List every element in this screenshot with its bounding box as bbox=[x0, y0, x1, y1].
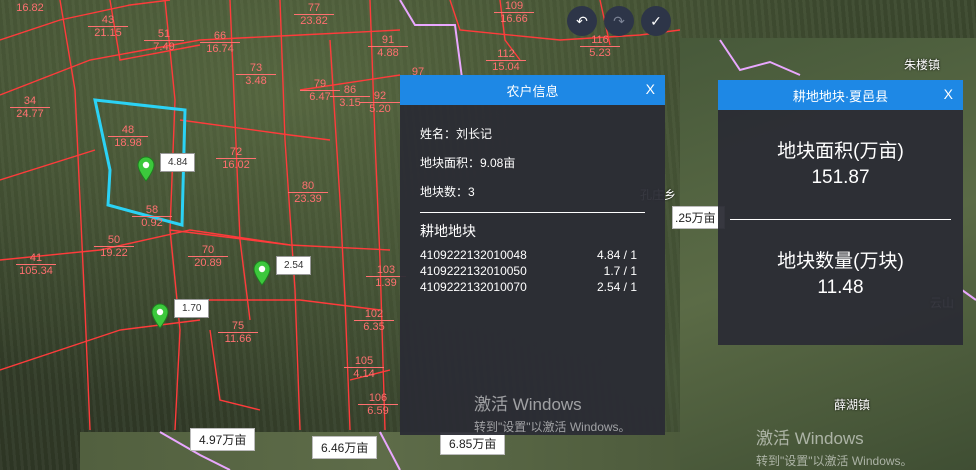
county-stats-panel: 耕地地块·夏邑县 X 地块面积(万亩) 151.87 地块数量(万块) 11.4… bbox=[718, 80, 963, 345]
check-icon: ✓ bbox=[650, 12, 662, 29]
area-tag: 6.46万亩 bbox=[312, 436, 378, 459]
parcel-label[interactable]: 116 5.23 bbox=[580, 34, 620, 59]
parcel-label[interactable]: 58 0.92 bbox=[132, 204, 172, 229]
parcel-label[interactable]: 16.82 bbox=[10, 2, 50, 14]
parcel-label[interactable]: 73 3.48 bbox=[236, 62, 276, 87]
farmer-plot-count: 地块数：3 bbox=[420, 185, 475, 199]
redo-button[interactable]: ↷ bbox=[604, 6, 634, 36]
undo-icon: ↶ bbox=[576, 12, 588, 29]
divider bbox=[420, 212, 645, 213]
area-tag: 6.85万亩 bbox=[440, 432, 506, 455]
parcel-label[interactable]: 75 11.66 bbox=[218, 320, 258, 345]
location-marker-icon[interactable] bbox=[137, 156, 155, 182]
section-title: 耕地地块 bbox=[420, 223, 476, 239]
parcel-label[interactable]: 48 18.98 bbox=[108, 124, 148, 149]
location-marker-icon[interactable] bbox=[151, 303, 169, 329]
plot-id: 4109222132010070 bbox=[420, 280, 527, 294]
parcel-label[interactable]: 80 23.39 bbox=[288, 180, 328, 205]
undo-button[interactable]: ↶ bbox=[567, 6, 597, 36]
plot-id: 4109222132010048 bbox=[420, 248, 527, 262]
farmer-name: 姓名：刘长记 bbox=[420, 127, 493, 141]
location-marker-icon[interactable] bbox=[253, 260, 271, 286]
close-button[interactable]: X bbox=[944, 86, 953, 102]
farmer-area: 地块面积：9.08亩 bbox=[420, 156, 516, 170]
edit-toolbar: ↶ ↷ ✓ bbox=[567, 6, 671, 36]
redo-icon: ↷ bbox=[613, 12, 625, 29]
plot-id: 4109222132010050 bbox=[420, 264, 527, 278]
activation-watermark: 激活 Windows 转到"设置"以激活 Windows。 bbox=[756, 429, 913, 468]
parcel-label[interactable]: 43 21.15 bbox=[88, 14, 128, 39]
parcel-label[interactable]: 77 23.82 bbox=[294, 2, 334, 27]
area-tag: .25万亩 bbox=[672, 206, 725, 229]
panel-title: 农户信息 bbox=[506, 83, 559, 99]
parcel-label[interactable]: 102 6.35 bbox=[354, 308, 394, 333]
marker-tag: 1.70 bbox=[174, 299, 210, 318]
marker-tag: 2.54 bbox=[276, 256, 312, 275]
parcel-label[interactable]: 66 16.74 bbox=[200, 30, 240, 55]
panel-title: 耕地地块·夏邑县 bbox=[792, 88, 889, 104]
plot-row[interactable]: 4109222132010048 4.84 / 1 bbox=[420, 247, 645, 263]
parcel-label[interactable]: 92 5.20 bbox=[360, 90, 400, 115]
area-value: 151.87 bbox=[811, 167, 870, 188]
parcel-label[interactable]: 51 7.49 bbox=[144, 28, 184, 53]
plot-value: 4.84 / 1 bbox=[596, 248, 637, 262]
parcel-label[interactable]: 70 20.89 bbox=[188, 244, 228, 269]
count-value: 11.48 bbox=[817, 277, 864, 298]
activation-watermark: 激活 Windows 转到"设置"以激活 Windows。 bbox=[474, 395, 631, 434]
panel-header: 农户信息 X bbox=[400, 75, 665, 105]
parcel-label[interactable]: 112 15.04 bbox=[486, 48, 526, 73]
marker-tag: 4.84 bbox=[160, 153, 196, 172]
place-label: 薛湖镇 bbox=[834, 398, 871, 412]
confirm-button[interactable]: ✓ bbox=[641, 6, 671, 36]
place-label: 朱楼镇 bbox=[904, 58, 941, 72]
area-label: 地块面积(万亩) bbox=[777, 141, 904, 162]
count-label: 地块数量(万块) bbox=[777, 251, 904, 272]
parcel-label[interactable]: 91 4.88 bbox=[368, 34, 408, 59]
count-stat: 地块数量(万块) 11.48 bbox=[718, 220, 963, 299]
farmer-info-panel: 农户信息 X 姓名：刘长记 地块面积：9.08亩 地块数：3 耕地地块 4109… bbox=[400, 75, 665, 435]
plot-row[interactable]: 4109222132010070 2.54 / 1 bbox=[420, 279, 645, 295]
parcel-label[interactable]: 41 105.34 bbox=[16, 252, 56, 277]
plot-value: 1.7 / 1 bbox=[603, 264, 637, 278]
parcel-label[interactable]: 72 16.02 bbox=[216, 146, 256, 171]
parcel-label[interactable]: 34 24.77 bbox=[10, 95, 50, 120]
panel-header: 耕地地块·夏邑县 X bbox=[718, 80, 963, 110]
parcel-label[interactable]: 50 19.22 bbox=[94, 234, 134, 259]
parcel-label[interactable]: 106 6.59 bbox=[358, 392, 398, 417]
parcel-label[interactable]: 105 4.14 bbox=[344, 355, 384, 380]
plot-value: 2.54 / 1 bbox=[596, 280, 637, 294]
close-button[interactable]: X bbox=[646, 81, 655, 97]
parcel-label[interactable]: 109 16.66 bbox=[494, 0, 534, 25]
area-tag: 4.97万亩 bbox=[190, 428, 256, 451]
area-stat: 地块面积(万亩) 151.87 bbox=[718, 110, 963, 189]
plot-row[interactable]: 4109222132010050 1.7 / 1 bbox=[420, 263, 645, 279]
